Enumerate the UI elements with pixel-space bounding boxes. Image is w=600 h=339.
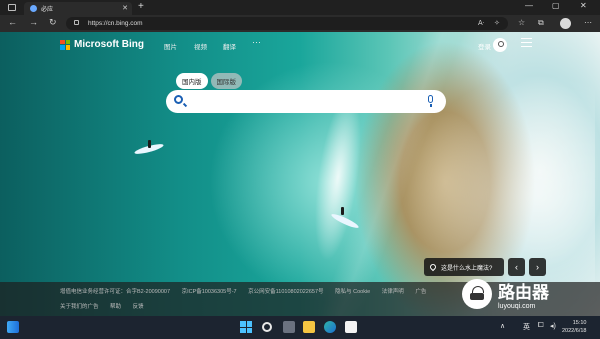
watermark-title: 路由器 bbox=[498, 283, 549, 302]
location-pin-icon bbox=[428, 262, 438, 272]
surfer-figure bbox=[341, 207, 344, 215]
router-logo-icon bbox=[462, 279, 492, 309]
language-indicator[interactable]: 英 bbox=[523, 322, 530, 332]
tray-overflow-icon[interactable]: ∧ bbox=[500, 322, 505, 330]
region-tabs: 国内版 国际版 bbox=[176, 73, 242, 89]
hamburger-menu-icon[interactable] bbox=[521, 38, 532, 47]
url-field[interactable]: https://cn.bing.com Aᐧ ✧ bbox=[66, 17, 508, 30]
bing-homepage: Microsoft Bing 图片 视频 翻译 ··· 登录 国内版 国际版 这… bbox=[0, 32, 600, 316]
refresh-button[interactable]: ↻ bbox=[49, 17, 57, 28]
prev-image-button[interactable]: ‹ bbox=[508, 258, 525, 276]
search-box[interactable] bbox=[166, 90, 446, 113]
footer-about-ads[interactable]: 关于我们的广告 bbox=[60, 304, 99, 310]
tab-title: 必应 bbox=[41, 7, 54, 13]
tab-actions-icon[interactable] bbox=[8, 4, 16, 11]
footer-help[interactable]: 帮助 bbox=[110, 304, 121, 310]
maximize-button[interactable]: ▢ bbox=[552, 1, 560, 10]
volume-icon[interactable]: ◂) bbox=[550, 322, 556, 330]
surfer-figure bbox=[148, 140, 151, 148]
footer-license[interactable]: 增值电信业务经营许可证：合字B2-20090007 bbox=[60, 289, 170, 295]
lock-icon[interactable] bbox=[74, 20, 79, 25]
footer-police[interactable]: 京公网安备11010802022657号 bbox=[248, 289, 323, 295]
forward-button[interactable]: → bbox=[29, 17, 38, 27]
browser-tab[interactable]: 必应 ✕ bbox=[24, 2, 132, 15]
footer-legal[interactable]: 法律声明 bbox=[382, 289, 404, 295]
address-bar: ← → ↻ https://cn.bing.com Aᐧ ✧ ☆ ⧉ ⋯ bbox=[0, 15, 600, 32]
tab-domestic[interactable]: 国内版 bbox=[176, 73, 208, 89]
nav-images[interactable]: 图片 bbox=[164, 41, 177, 51]
footer-ads[interactable]: 广告 bbox=[415, 289, 426, 295]
extension-icon[interactable]: ✧ bbox=[494, 19, 500, 27]
taskbar: ∧ 英 ⧠ ◂) 15:10 2022/6/18 bbox=[0, 316, 600, 339]
file-explorer-icon[interactable] bbox=[303, 321, 315, 333]
edge-icon[interactable] bbox=[324, 321, 336, 333]
bing-logo[interactable]: Microsoft Bing bbox=[60, 39, 144, 50]
watermark-url: luyouqi.com bbox=[498, 303, 536, 310]
read-aloud-icon[interactable]: Aᐧ bbox=[478, 19, 484, 27]
new-tab-button[interactable]: + bbox=[138, 1, 144, 12]
system-clock[interactable]: 15:10 2022/6/18 bbox=[562, 319, 586, 335]
logo-text: Microsoft Bing bbox=[74, 39, 144, 50]
next-image-button[interactable]: › bbox=[529, 258, 546, 276]
tab-international[interactable]: 国际版 bbox=[210, 73, 242, 89]
tab-bar: 必应 ✕ + — ▢ ✕ bbox=[0, 0, 600, 15]
signin-link[interactable]: 登录 bbox=[478, 41, 491, 51]
profile-avatar[interactable] bbox=[560, 18, 571, 29]
nav-videos[interactable]: 视频 bbox=[194, 41, 207, 51]
image-info-card[interactable]: 这是什么水上魔法? bbox=[424, 258, 504, 276]
task-view-icon[interactable] bbox=[283, 321, 295, 333]
background-wave bbox=[306, 90, 370, 264]
clock-date: 2022/6/18 bbox=[562, 328, 587, 334]
minimize-button[interactable]: — bbox=[525, 1, 533, 10]
start-icon[interactable] bbox=[240, 321, 252, 333]
widgets-icon[interactable] bbox=[7, 321, 19, 333]
footer-feedback[interactable]: 反馈 bbox=[133, 304, 144, 310]
clock-time: 15:10 bbox=[572, 320, 587, 326]
tab-close-icon[interactable]: ✕ bbox=[122, 4, 128, 12]
user-avatar-icon[interactable] bbox=[493, 38, 507, 52]
close-window-button[interactable]: ✕ bbox=[580, 1, 587, 10]
footer-icp[interactable]: 京ICP备10036305号-7 bbox=[182, 289, 237, 295]
more-menu-icon[interactable]: ⋯ bbox=[584, 18, 592, 27]
bing-favicon-icon bbox=[30, 5, 37, 12]
watermark: 路由器 luyouqi.com bbox=[462, 278, 549, 310]
footer-links-row2: 关于我们的广告 帮助 反馈 bbox=[60, 302, 154, 310]
collections-icon[interactable]: ⧉ bbox=[538, 18, 544, 28]
microphone-icon[interactable] bbox=[428, 95, 433, 107]
url-text[interactable]: https://cn.bing.com bbox=[88, 20, 143, 27]
search-icon[interactable] bbox=[174, 95, 183, 104]
store-icon[interactable] bbox=[345, 321, 357, 333]
footer-privacy[interactable]: 隐私与 Cookie bbox=[335, 289, 370, 295]
footer-links-row1: 增值电信业务经营许可证：合字B2-20090007 京ICP备10036305号… bbox=[60, 287, 436, 295]
favorites-icon[interactable]: ☆ bbox=[518, 18, 525, 27]
network-icon[interactable]: ⧠ bbox=[538, 322, 544, 330]
search-input[interactable] bbox=[192, 94, 422, 109]
microsoft-logo-icon bbox=[60, 39, 70, 50]
image-info-text: 这是什么水上魔法? bbox=[441, 265, 493, 272]
nav-translate[interactable]: 翻译 bbox=[223, 41, 236, 51]
back-button[interactable]: ← bbox=[8, 17, 17, 27]
search-taskbar-icon[interactable] bbox=[262, 322, 272, 332]
nav-more[interactable]: ··· bbox=[252, 37, 261, 47]
